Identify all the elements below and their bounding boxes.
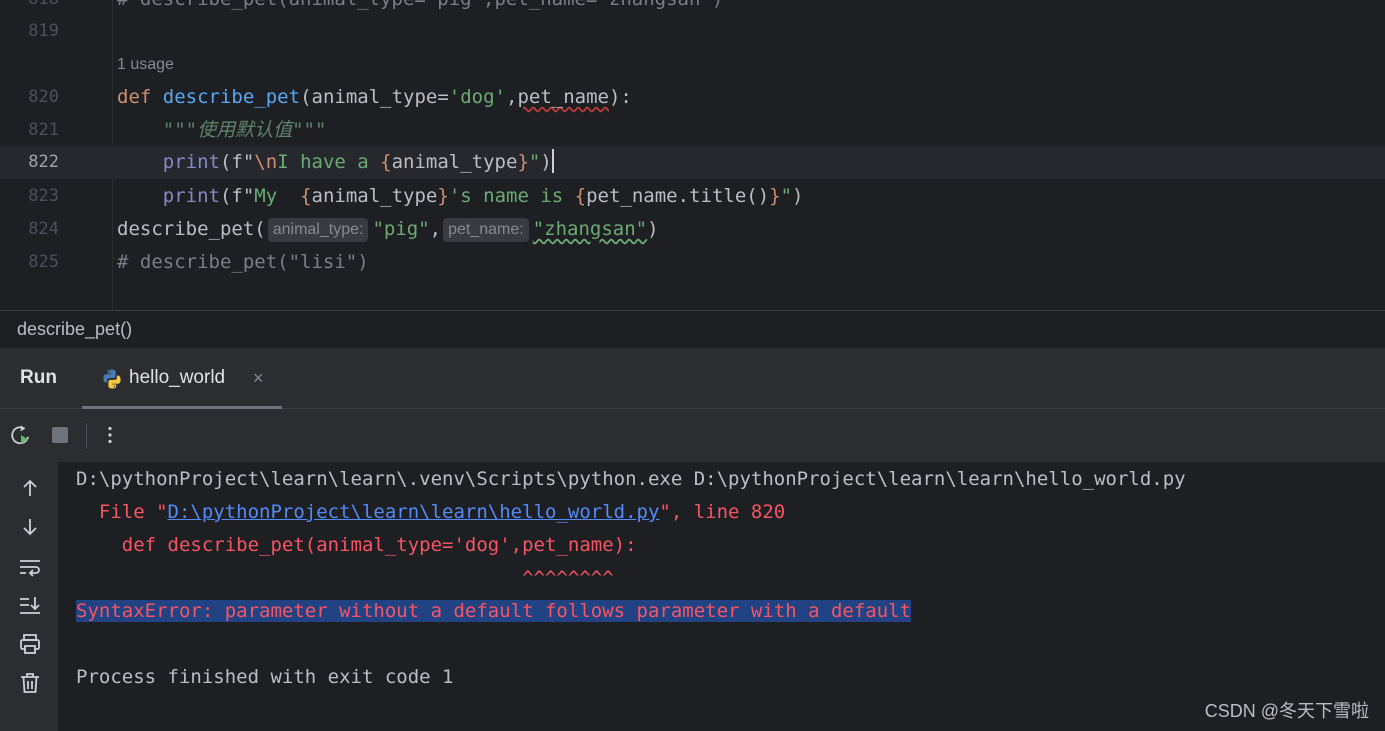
soft-wrap-icon[interactable] bbox=[16, 553, 44, 581]
param-hint-pet-name: pet_name: bbox=[443, 218, 529, 242]
line-number: 822 bbox=[28, 152, 59, 172]
line-number: 819 bbox=[28, 21, 59, 41]
code-text: # describe_pet("lisi") bbox=[117, 251, 369, 273]
code-line-823: 823 print(f"My {animal_type}'s name is {… bbox=[0, 180, 1385, 213]
console-exit-message: Process finished with exit code 1 bbox=[76, 666, 454, 688]
console-side-toolbar bbox=[0, 462, 58, 731]
console-error-message: SyntaxError: parameter without a default… bbox=[76, 595, 912, 628]
line-number: 820 bbox=[28, 87, 59, 107]
code-text: def describe_pet(animal_type='dog',pet_n… bbox=[117, 86, 632, 108]
arrow-down-icon[interactable] bbox=[16, 513, 44, 541]
code-text: describe_pet(animal_type: "pig", pet_name:… bbox=[117, 218, 659, 242]
code-line-818: 818 # describe_pet(animal_type='pig',pet… bbox=[0, 0, 1385, 16]
selected-text: SyntaxError: parameter without a default… bbox=[76, 600, 912, 622]
scroll-to-end-icon[interactable] bbox=[16, 591, 44, 619]
param-hint-animal-type: animal_type: bbox=[267, 218, 369, 242]
text-caret bbox=[551, 149, 554, 173]
rerun-icon[interactable] bbox=[7, 421, 35, 449]
code-text: print(f"My {animal_type}'s name is {pet_… bbox=[162, 185, 804, 207]
close-icon[interactable]: × bbox=[253, 348, 264, 408]
traceback-file-link[interactable]: D:\pythonProject\learn\learn\hello_world… bbox=[168, 501, 660, 523]
line-number: 818 bbox=[0, 0, 59, 16]
stop-icon[interactable] bbox=[46, 421, 74, 449]
print-icon[interactable] bbox=[16, 630, 44, 658]
console-command-line: D:\pythonProject\learn\learn\.venv\Scrip… bbox=[76, 468, 1186, 490]
code-text: # describe_pet(animal_type='pig',pet_nam… bbox=[117, 0, 723, 16]
breadcrumb-item[interactable]: describe_pet() bbox=[17, 311, 132, 348]
watermark: CSDN @冬天下雪啦 bbox=[1204, 701, 1369, 721]
console-traceback-file: File "D:\pythonProject\learn\learn\hello… bbox=[76, 501, 786, 523]
run-toolbar bbox=[0, 409, 1385, 462]
code-line-821: 821 """使用默认值""" bbox=[0, 114, 1385, 147]
line-number: 824 bbox=[28, 219, 59, 239]
more-vertical-icon[interactable] bbox=[96, 421, 124, 449]
console-error-carets: ^^^^^^^^ bbox=[76, 567, 614, 589]
breadcrumb: describe_pet() bbox=[0, 310, 1385, 348]
python-icon bbox=[103, 369, 121, 389]
line-number: 821 bbox=[28, 120, 59, 140]
run-window-title: Run bbox=[20, 367, 57, 388]
code-line-820: 820 def describe_pet(animal_type='dog',p… bbox=[0, 81, 1385, 114]
usage-hint-row: 1 usage bbox=[0, 48, 1385, 81]
code-editor[interactable]: 818 # describe_pet(animal_type='pig',pet… bbox=[0, 0, 1385, 310]
code-text: print(f"\nI have a {animal_type}") bbox=[162, 149, 554, 173]
tab-label: hello_world bbox=[129, 367, 226, 388]
code-text: """使用默认值""" bbox=[162, 119, 327, 141]
line-number: 825 bbox=[28, 252, 59, 272]
code-line-822: 822 print(f"\nI have a {animal_type}") bbox=[0, 146, 1385, 179]
code-line-824: 824 describe_pet(animal_type: "pig", pet_n… bbox=[0, 213, 1385, 246]
usage-hint[interactable]: 1 usage bbox=[117, 48, 174, 81]
console-source-line: def describe_pet(animal_type='dog',pet_n… bbox=[76, 534, 637, 556]
toolbar-divider bbox=[86, 423, 87, 449]
code-line-819: 819 bbox=[0, 15, 1385, 48]
console-output[interactable]: D:\pythonProject\learn\learn\.venv\Scrip… bbox=[58, 462, 1385, 731]
trash-icon[interactable] bbox=[16, 669, 44, 697]
line-number: 823 bbox=[28, 186, 59, 206]
code-line-825: 825 # describe_pet("lisi") bbox=[0, 246, 1385, 279]
tab-hello-world[interactable]: hello_world × bbox=[82, 348, 282, 409]
arrow-up-icon[interactable] bbox=[16, 474, 44, 502]
run-tool-window-header: Run hello_world × bbox=[0, 348, 1385, 409]
